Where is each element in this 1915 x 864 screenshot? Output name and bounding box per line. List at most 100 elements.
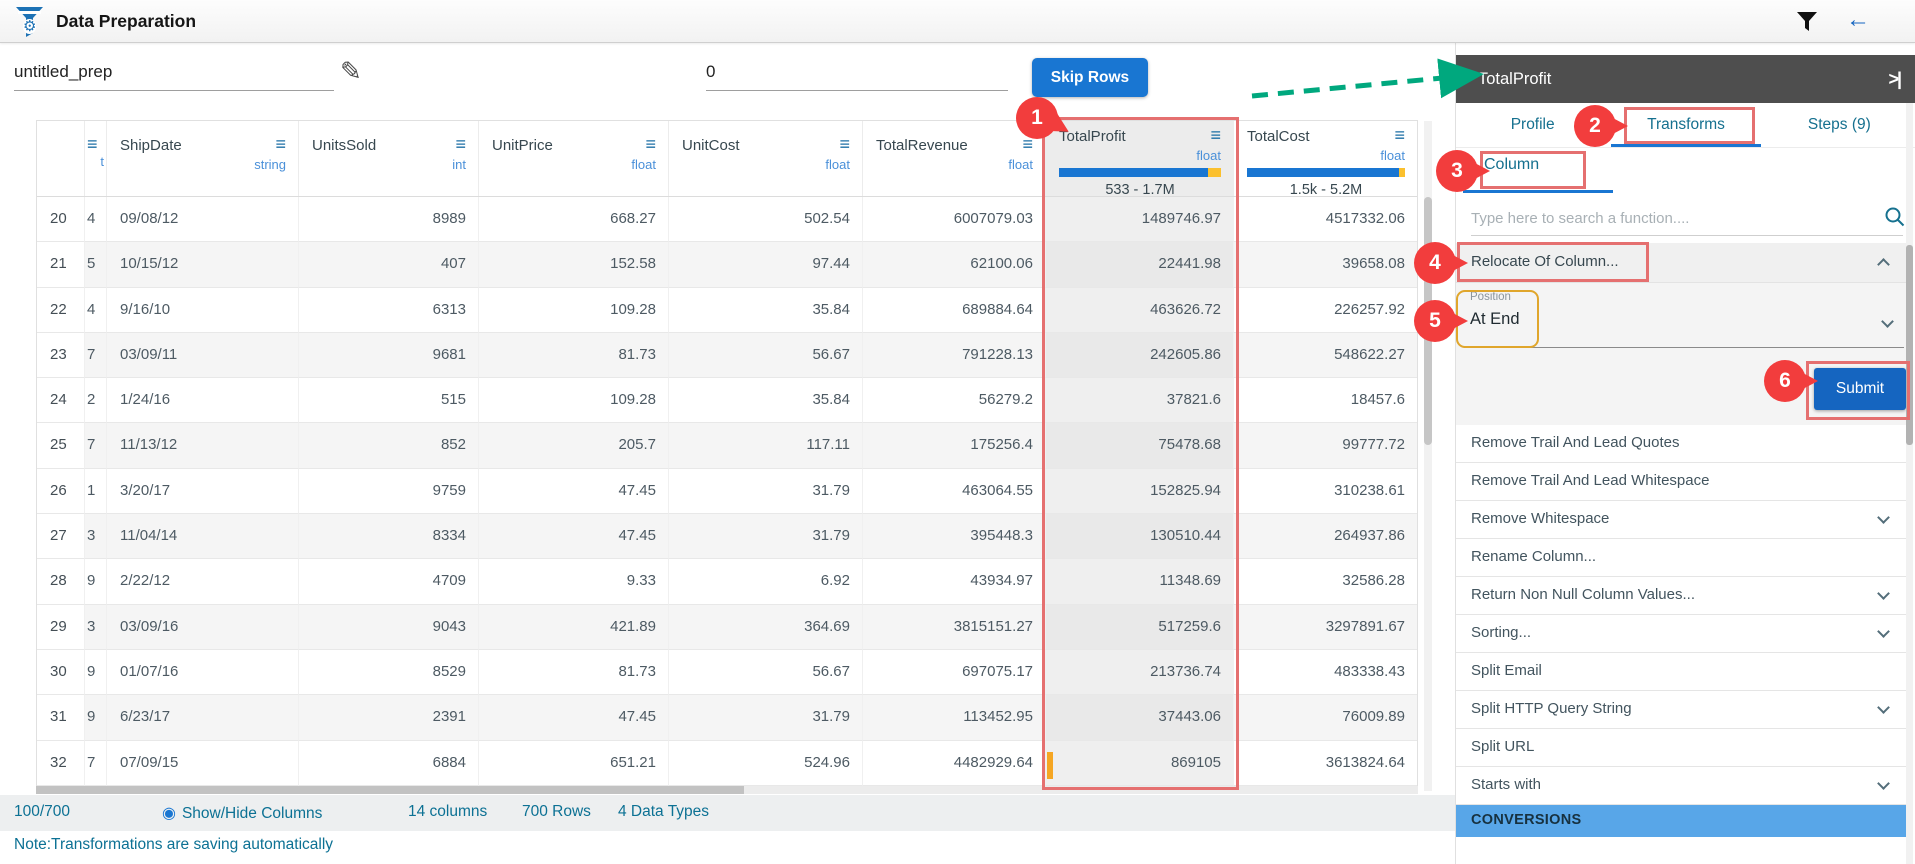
cell-totalrevenue[interactable]: 3815151.27: [863, 605, 1046, 650]
column-menu-icon[interactable]: ≡: [1394, 128, 1405, 142]
cell-totalcost[interactable]: 264937.86: [1234, 514, 1417, 559]
cell-totalprofit[interactable]: 37443.06: [1046, 695, 1234, 740]
cell-totalrevenue[interactable]: 463064.55: [863, 469, 1046, 514]
cell-unitcost[interactable]: 56.67: [669, 650, 863, 695]
column-menu-icon[interactable]: ≡: [645, 137, 656, 151]
cell-totalrevenue[interactable]: 697075.17: [863, 650, 1046, 695]
cell-totalrevenue[interactable]: 4482929.64: [863, 741, 1046, 786]
cell-id-fragment[interactable]: 7: [85, 333, 107, 378]
function-list-item[interactable]: Split URL: [1456, 729, 1906, 767]
cell-unitprice[interactable]: 47.45: [479, 469, 669, 514]
cell-totalcost[interactable]: 18457.6: [1234, 378, 1417, 423]
show-hide-columns-button[interactable]: ◉Show/Hide Columns: [162, 803, 322, 823]
cell-unitcost[interactable]: 56.67: [669, 333, 863, 378]
cell-totalprofit[interactable]: 152825.94: [1046, 469, 1234, 514]
cell-unitssold[interactable]: 4709: [299, 559, 479, 604]
cell-totalcost[interactable]: 4517332.06: [1234, 197, 1417, 242]
cell-totalcost[interactable]: 483338.43: [1234, 650, 1417, 695]
skip-rows-button[interactable]: Skip Rows: [1032, 58, 1148, 97]
function-list-item[interactable]: Starts with: [1456, 767, 1906, 805]
cell-shipdate[interactable]: 11/04/14: [107, 514, 299, 559]
cell-totalprofit[interactable]: 869105: [1046, 741, 1234, 786]
horizontal-scrollbar[interactable]: [36, 786, 1418, 794]
cell-unitcost[interactable]: 524.96: [669, 741, 863, 786]
cell-shipdate[interactable]: 09/08/12: [107, 197, 299, 242]
cell-id-fragment[interactable]: 2: [85, 378, 107, 423]
cell-shipdate[interactable]: 03/09/11: [107, 333, 299, 378]
cell-id-fragment[interactable]: 3: [85, 605, 107, 650]
tab-steps[interactable]: Steps (9): [1763, 103, 1915, 147]
function-list-item[interactable]: Rename Column...: [1456, 539, 1906, 577]
search-icon[interactable]: [1884, 206, 1906, 228]
conversions-section-header[interactable]: CONVERSIONS: [1456, 805, 1906, 837]
tab-transforms[interactable]: Transforms: [1609, 103, 1762, 147]
function-list-item[interactable]: Split HTTP Query String: [1456, 691, 1906, 729]
column-header-shipdate[interactable]: ShipDate≡ string: [107, 121, 299, 196]
cell-unitssold[interactable]: 6884: [299, 741, 479, 786]
function-search-input[interactable]: [1471, 202, 1903, 236]
column-header-unitcost[interactable]: UnitCost≡ float: [669, 121, 863, 196]
function-list-item[interactable]: Split Email: [1456, 653, 1906, 691]
cell-unitprice[interactable]: 81.73: [479, 333, 669, 378]
vertical-scrollbar[interactable]: [1424, 121, 1432, 791]
cell-totalprofit[interactable]: 37821.6: [1046, 378, 1234, 423]
cell-unitssold[interactable]: 9681: [299, 333, 479, 378]
cell-id-fragment[interactable]: 3: [85, 514, 107, 559]
cell-unitprice[interactable]: 205.7: [479, 423, 669, 468]
cell-shipdate[interactable]: 9/16/10: [107, 288, 299, 333]
column-menu-icon[interactable]: ≡: [87, 137, 98, 151]
cell-shipdate[interactable]: 03/09/16: [107, 605, 299, 650]
cell-unitprice[interactable]: 109.28: [479, 288, 669, 333]
cell-totalprofit[interactable]: 22441.98: [1046, 242, 1234, 287]
cell-unitssold[interactable]: 2391: [299, 695, 479, 740]
cell-id-fragment[interactable]: 9: [85, 650, 107, 695]
cell-shipdate[interactable]: 2/22/12: [107, 559, 299, 604]
cell-totalcost[interactable]: 32586.28: [1234, 559, 1417, 604]
cell-unitssold[interactable]: 9043: [299, 605, 479, 650]
cell-totalprofit[interactable]: 11348.69: [1046, 559, 1234, 604]
function-relocate-of-column[interactable]: Relocate Of Column...: [1456, 243, 1906, 283]
cell-totalrevenue[interactable]: 113452.95: [863, 695, 1046, 740]
cell-totalrevenue[interactable]: 43934.97: [863, 559, 1046, 604]
cell-unitcost[interactable]: 6.92: [669, 559, 863, 604]
cell-totalcost[interactable]: 310238.61: [1234, 469, 1417, 514]
cell-unitssold[interactable]: 8334: [299, 514, 479, 559]
cell-totalcost[interactable]: 548622.27: [1234, 333, 1417, 378]
column-menu-icon[interactable]: ≡: [275, 137, 286, 151]
cell-unitssold[interactable]: 9759: [299, 469, 479, 514]
cell-totalcost[interactable]: 99777.72: [1234, 423, 1417, 468]
horizontal-scrollbar-thumb[interactable]: [36, 786, 744, 794]
column-header-unitprice[interactable]: UnitPrice≡ float: [479, 121, 669, 196]
cell-totalcost[interactable]: 3613824.64: [1234, 741, 1417, 786]
cell-unitssold[interactable]: 515: [299, 378, 479, 423]
cell-totalcost[interactable]: 39658.08: [1234, 242, 1417, 287]
column-header-totalrevenue[interactable]: TotalRevenue≡ float: [863, 121, 1046, 196]
cell-unitssold[interactable]: 8529: [299, 650, 479, 695]
cell-totalrevenue[interactable]: 62100.06: [863, 242, 1046, 287]
cell-shipdate[interactable]: 01/07/16: [107, 650, 299, 695]
cell-unitprice[interactable]: 651.21: [479, 741, 669, 786]
cell-shipdate[interactable]: 10/15/12: [107, 242, 299, 287]
cell-unitcost[interactable]: 97.44: [669, 242, 863, 287]
cell-unitprice[interactable]: 109.28: [479, 378, 669, 423]
chevron-down-icon[interactable]: [1881, 315, 1894, 328]
filter-icon[interactable]: [1795, 10, 1819, 34]
cell-totalprofit[interactable]: 1489746.97: [1046, 197, 1234, 242]
cell-id-fragment[interactable]: 7: [85, 423, 107, 468]
column-header-totalcost[interactable]: TotalCost≡ float 1.5k - 5.2M: [1234, 121, 1417, 196]
cell-id-fragment[interactable]: 9: [85, 559, 107, 604]
cell-shipdate[interactable]: 6/23/17: [107, 695, 299, 740]
function-list-item[interactable]: Return Non Null Column Values...: [1456, 577, 1906, 615]
cell-unitprice[interactable]: 47.45: [479, 695, 669, 740]
cell-id-fragment[interactable]: 9: [85, 695, 107, 740]
collapse-panel-icon[interactable]: >|: [1888, 55, 1900, 103]
cell-unitprice[interactable]: 668.27: [479, 197, 669, 242]
cell-unitcost[interactable]: 31.79: [669, 695, 863, 740]
edit-pencil-icon[interactable]: ✎: [340, 56, 362, 87]
cell-unitcost[interactable]: 31.79: [669, 514, 863, 559]
cell-unitssold[interactable]: 6313: [299, 288, 479, 333]
cell-totalcost[interactable]: 226257.92: [1234, 288, 1417, 333]
panel-scrollbar[interactable]: [1906, 103, 1913, 864]
cell-totalprofit[interactable]: 130510.44: [1046, 514, 1234, 559]
function-list-item[interactable]: Remove Trail And Lead Quotes: [1456, 425, 1906, 463]
